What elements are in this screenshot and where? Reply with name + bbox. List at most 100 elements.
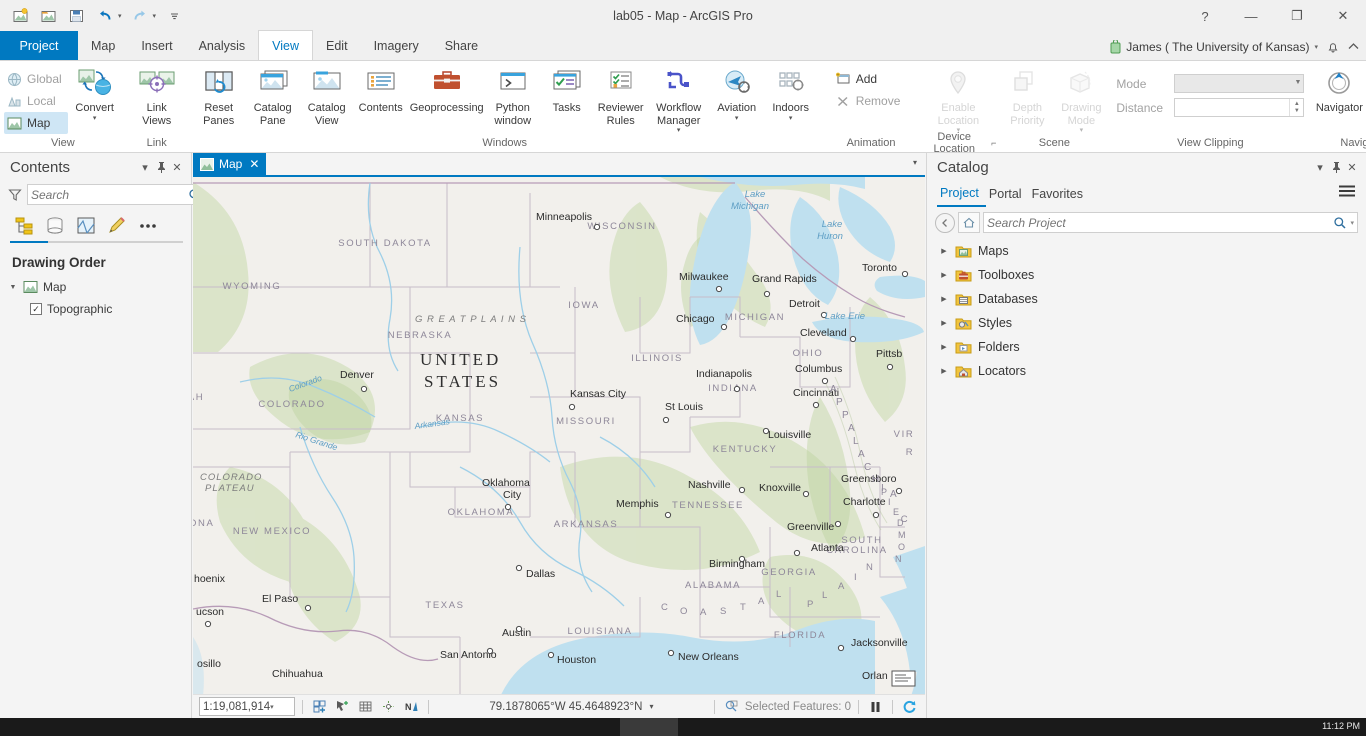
aviation-button[interactable]: Aviation ▾ bbox=[710, 64, 764, 134]
catalog-tab-favorites[interactable]: Favorites bbox=[1029, 184, 1090, 206]
expand-triangle-icon[interactable]: ▶ bbox=[939, 271, 949, 279]
geoprocessing-button[interactable]: Geoprocessing bbox=[408, 64, 486, 134]
expand-triangle-icon[interactable]: ▶ bbox=[939, 319, 949, 327]
expand-triangle-icon[interactable]: ▼ bbox=[8, 284, 18, 291]
grid-icon[interactable] bbox=[356, 697, 375, 716]
indoors-caret-icon[interactable]: ▾ bbox=[789, 115, 793, 122]
catalog-tab-portal[interactable]: Portal bbox=[986, 184, 1029, 206]
drawing-order-icon[interactable] bbox=[10, 213, 38, 239]
clipping-distance-input[interactable] bbox=[1174, 98, 1305, 117]
tasks-button[interactable]: Tasks bbox=[540, 64, 594, 134]
tab-imagery[interactable]: Imagery bbox=[361, 31, 432, 60]
catalog-close-button[interactable]: ✕ bbox=[1344, 158, 1360, 176]
drawing-mode-button[interactable]: Drawing Mode ▾ bbox=[1054, 64, 1108, 134]
tab-project[interactable]: Project bbox=[0, 31, 78, 60]
catalog-item-styles[interactable]: ▶ Styles bbox=[927, 311, 1366, 335]
workflow-manager-button[interactable]: Workflow Manager ▾ bbox=[648, 64, 710, 134]
reset-panes-button[interactable]: Reset Panes bbox=[192, 64, 246, 134]
contents-close-button[interactable]: ✕ bbox=[169, 158, 185, 176]
catalog-item-toolboxes[interactable]: ▶ Toolboxes bbox=[927, 263, 1366, 287]
contents-button[interactable]: Contents bbox=[354, 64, 408, 134]
clipping-mode-input[interactable] bbox=[1174, 74, 1305, 93]
add-data-icon[interactable] bbox=[310, 697, 329, 716]
home-icon[interactable] bbox=[958, 212, 980, 233]
indoors-button[interactable]: Indoors ▾ bbox=[764, 64, 818, 134]
tab-edit[interactable]: Edit bbox=[313, 31, 361, 60]
tab-view[interactable]: View bbox=[258, 30, 314, 60]
pause-drawing-button[interactable] bbox=[866, 697, 885, 716]
enable-location-caret-icon[interactable]: ▾ bbox=[957, 127, 961, 134]
back-arrow-icon[interactable] bbox=[935, 212, 955, 233]
expand-triangle-icon[interactable]: ▶ bbox=[939, 295, 949, 303]
more-options-icon[interactable] bbox=[134, 213, 162, 239]
navigator-button[interactable]: Navigator bbox=[1312, 64, 1366, 134]
layer-visibility-checkbox[interactable]: ✓ bbox=[30, 303, 42, 315]
filter-icon[interactable] bbox=[8, 188, 22, 202]
view-local-button[interactable]: Local bbox=[4, 90, 68, 112]
map-view-tab[interactable]: Map ✕ bbox=[193, 153, 267, 175]
data-source-icon[interactable] bbox=[41, 213, 69, 239]
select-icon[interactable] bbox=[333, 697, 352, 716]
catalog-item-folders[interactable]: ▶ Folders bbox=[927, 335, 1366, 359]
tab-analysis[interactable]: Analysis bbox=[186, 31, 259, 60]
tab-insert[interactable]: Insert bbox=[128, 31, 185, 60]
catalog-menu-button[interactable]: ▾ bbox=[1312, 158, 1328, 176]
map-tab-close-icon[interactable]: ✕ bbox=[249, 157, 259, 171]
new-project-icon[interactable] bbox=[8, 4, 34, 28]
clipping-distance-spinner[interactable]: ▲ ▼ bbox=[1174, 98, 1305, 117]
catalog-item-databases[interactable]: ▶ Databases bbox=[927, 287, 1366, 311]
help-button[interactable]: ? bbox=[1182, 0, 1228, 32]
selection-icon[interactable] bbox=[72, 213, 100, 239]
catalog-pin-button[interactable] bbox=[1328, 158, 1344, 176]
catalog-item-locators[interactable]: ▶ Locators bbox=[927, 359, 1366, 383]
map-tab-overflow-caret-icon[interactable]: ▾ bbox=[913, 158, 917, 167]
scale-caret-icon[interactable]: ▾ bbox=[270, 703, 291, 711]
contents-tree-item-map[interactable]: ▼ Map bbox=[0, 276, 191, 298]
catalog-item-maps[interactable]: ▶ Maps bbox=[927, 239, 1366, 263]
redo-dropdown-caret[interactable]: ▾ bbox=[153, 12, 160, 20]
save-project-icon[interactable] bbox=[64, 4, 90, 28]
map-canvas[interactable]: UNITED STATES SOUTH DAKOTA WISCONSIN WYOMIN… bbox=[193, 175, 925, 694]
hamburger-menu-icon[interactable] bbox=[1338, 184, 1356, 198]
catalog-search-box[interactable]: ▾ bbox=[983, 212, 1358, 233]
clipping-mode-dropdown[interactable]: ▼ bbox=[1174, 74, 1305, 93]
undo-dropdown-caret[interactable]: ▾ bbox=[118, 12, 125, 20]
python-window-button[interactable]: Python window bbox=[486, 64, 540, 134]
measure-icon[interactable] bbox=[379, 697, 398, 716]
aviation-caret-icon[interactable]: ▾ bbox=[735, 115, 739, 122]
catalog-search-options-caret-icon[interactable]: ▾ bbox=[1347, 219, 1354, 227]
map-scale-selector[interactable]: 1:19,081,914 ▾ bbox=[199, 697, 295, 716]
view-global-button[interactable]: Global bbox=[4, 68, 68, 90]
tab-share[interactable]: Share bbox=[432, 31, 491, 60]
notifications-bell-icon[interactable] bbox=[1326, 32, 1340, 61]
expand-triangle-icon[interactable]: ▶ bbox=[939, 247, 949, 255]
restore-button[interactable]: ❐ bbox=[1274, 0, 1320, 32]
expand-triangle-icon[interactable]: ▶ bbox=[939, 367, 949, 375]
undo-icon[interactable] bbox=[92, 4, 118, 28]
map-coordinates-display[interactable]: 79.1878065°W 45.4648923°N ▾ bbox=[436, 701, 707, 713]
contents-pin-button[interactable] bbox=[153, 158, 169, 176]
expand-triangle-icon[interactable]: ▶ bbox=[939, 343, 949, 351]
add-animation-button[interactable]: Add bbox=[832, 68, 907, 90]
search-icon[interactable] bbox=[1333, 216, 1347, 230]
close-button[interactable]: ✕ bbox=[1320, 0, 1366, 32]
convert-caret-icon[interactable]: ▾ bbox=[93, 115, 97, 122]
catalog-tab-project[interactable]: Project bbox=[937, 183, 986, 207]
north-icon[interactable]: N bbox=[402, 697, 421, 716]
contents-search-input[interactable] bbox=[31, 187, 188, 202]
redo-icon[interactable] bbox=[127, 4, 153, 28]
drawing-mode-caret-icon[interactable]: ▾ bbox=[1080, 127, 1084, 134]
workflow-manager-caret-icon[interactable]: ▾ bbox=[677, 127, 681, 134]
customize-quick-access-icon[interactable] bbox=[161, 4, 187, 28]
contents-search-box[interactable]: ▾ bbox=[27, 184, 213, 205]
contents-tree-item-topographic[interactable]: ✓ Topographic bbox=[0, 298, 191, 320]
convert-button[interactable]: Convert ▾ bbox=[68, 64, 122, 134]
coordinates-caret-icon[interactable]: ▾ bbox=[649, 702, 653, 711]
spinner-arrows-icon[interactable]: ▲ ▼ bbox=[1289, 99, 1303, 116]
remove-animation-button[interactable]: Remove bbox=[832, 90, 907, 112]
refresh-icon[interactable] bbox=[900, 697, 919, 716]
catalog-search-input[interactable] bbox=[987, 215, 1334, 230]
enable-location-button[interactable]: Enable Location ▾ bbox=[924, 64, 992, 134]
contents-menu-button[interactable]: ▾ bbox=[137, 158, 153, 176]
view-map-button[interactable]: Map bbox=[4, 112, 68, 134]
